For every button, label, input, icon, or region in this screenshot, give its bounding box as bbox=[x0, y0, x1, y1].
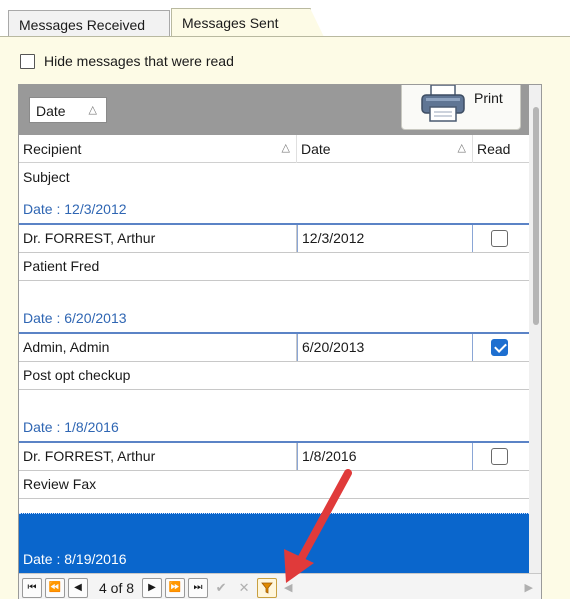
read-checkbox[interactable] bbox=[491, 230, 508, 247]
date-header-label: Date bbox=[301, 141, 331, 157]
scroll-right-icon[interactable]: ▶ bbox=[525, 581, 533, 594]
previous-page-button[interactable]: ⏪ bbox=[45, 577, 65, 598]
date-cell[interactable]: 1/8/2016 bbox=[297, 443, 473, 470]
filter-icon bbox=[261, 582, 273, 594]
accept-icon[interactable]: ✔ bbox=[211, 578, 231, 598]
subject-row[interactable]: Patient Fred bbox=[19, 253, 529, 281]
date-cell[interactable]: 12/3/2012 bbox=[297, 225, 473, 252]
date-cell[interactable]: 6/20/2013 bbox=[297, 334, 473, 361]
column-header-read[interactable]: Read bbox=[473, 135, 529, 163]
read-checkbox[interactable] bbox=[491, 448, 508, 465]
record-position: 4 of 8 bbox=[99, 579, 135, 596]
filter-button[interactable] bbox=[257, 577, 278, 598]
printer-icon bbox=[421, 85, 465, 122]
sort-icon: △ bbox=[457, 142, 466, 154]
previous-record-button[interactable]: ◀ bbox=[68, 577, 88, 598]
column-header-date[interactable]: Date △ bbox=[297, 135, 473, 163]
column-header-row: Recipient △ Date △ Read bbox=[19, 135, 529, 163]
hide-read-option[interactable]: Hide messages that were read bbox=[20, 52, 234, 70]
subject-row[interactable]: Post opt checkup bbox=[19, 362, 529, 390]
group-row[interactable]: Date : 6/20/2013 bbox=[19, 302, 529, 334]
table-row[interactable]: Dr. FORREST, Arthur 12/3/2012 bbox=[19, 225, 529, 253]
sort-ascending-icon: △ bbox=[88, 104, 97, 116]
group-chip-label: Date bbox=[36, 103, 66, 119]
messages-grid: Date △ Print Recipient △ Date △ Read Sub… bbox=[18, 84, 542, 599]
print-button[interactable]: Print bbox=[401, 85, 521, 130]
recipient-cell[interactable]: Dr. FORREST, Arthur bbox=[19, 225, 297, 252]
table-row[interactable]: Dr. FORREST, Arthur 1/8/2016 bbox=[19, 443, 529, 471]
read-cell[interactable] bbox=[473, 443, 529, 470]
print-label: Print bbox=[474, 89, 503, 106]
group-header-label: Date : 1/8/2016 bbox=[23, 419, 119, 435]
group-header-label: Date : 8/19/2016 bbox=[23, 551, 127, 567]
scroll-left-icon[interactable]: ◀ bbox=[284, 581, 292, 594]
column-header-recipient[interactable]: Recipient △ bbox=[19, 135, 297, 163]
sort-icon: △ bbox=[281, 142, 290, 154]
record-navigator: ⏮ ⏪ ◀ 4 of 8 ▶ ⏩ ⏭ ✔ ✕ ◀ ▶ bbox=[19, 573, 541, 599]
read-header-label: Read bbox=[477, 141, 511, 157]
group-header-label: Date : 12/3/2012 bbox=[23, 201, 127, 217]
recipient-cell[interactable]: Dr. FORREST, Arthur bbox=[19, 443, 297, 470]
vertical-scrollbar[interactable] bbox=[529, 85, 541, 573]
last-record-button[interactable]: ⏭ bbox=[188, 577, 209, 598]
scrollbar-thumb[interactable] bbox=[533, 107, 539, 325]
tab-strip: Messages Received Messages Sent bbox=[0, 0, 570, 37]
read-cell[interactable] bbox=[473, 225, 529, 252]
subject-cell: Post opt checkup bbox=[23, 367, 131, 383]
subject-cell: Patient Fred bbox=[23, 258, 100, 274]
next-record-button[interactable]: ▶ bbox=[142, 577, 163, 598]
hide-read-label: Hide messages that were read bbox=[44, 53, 234, 69]
read-checkbox-checked[interactable] bbox=[491, 339, 508, 356]
group-row-selected[interactable]: Date : 8/19/2016 bbox=[19, 513, 529, 573]
hide-read-checkbox[interactable] bbox=[20, 53, 35, 69]
group-row[interactable]: Date : 12/3/2012 bbox=[19, 193, 529, 225]
tab-messages-sent[interactable]: Messages Sent bbox=[171, 8, 324, 37]
group-by-date-chip[interactable]: Date △ bbox=[29, 97, 107, 123]
first-record-button[interactable]: ⏮ bbox=[22, 577, 42, 598]
tab-messages-received[interactable]: Messages Received bbox=[8, 10, 170, 36]
next-page-button[interactable]: ⏩ bbox=[165, 577, 186, 598]
column-header-subject[interactable]: Subject bbox=[23, 169, 70, 185]
recipient-cell[interactable]: Admin, Admin bbox=[19, 334, 297, 361]
group-row[interactable]: Date : 1/8/2016 bbox=[19, 411, 529, 443]
table-row[interactable]: Admin, Admin 6/20/2013 bbox=[19, 334, 529, 362]
read-cell[interactable] bbox=[473, 334, 529, 361]
subject-row[interactable]: Review Fax bbox=[19, 471, 529, 499]
subject-cell: Review Fax bbox=[23, 476, 97, 492]
messages-sent-panel: Hide messages that were read Date △ Prin… bbox=[0, 36, 570, 599]
cancel-icon[interactable]: ✕ bbox=[234, 578, 254, 598]
group-header-label: Date : 6/20/2013 bbox=[23, 310, 127, 326]
recipient-header-label: Recipient bbox=[23, 141, 82, 157]
